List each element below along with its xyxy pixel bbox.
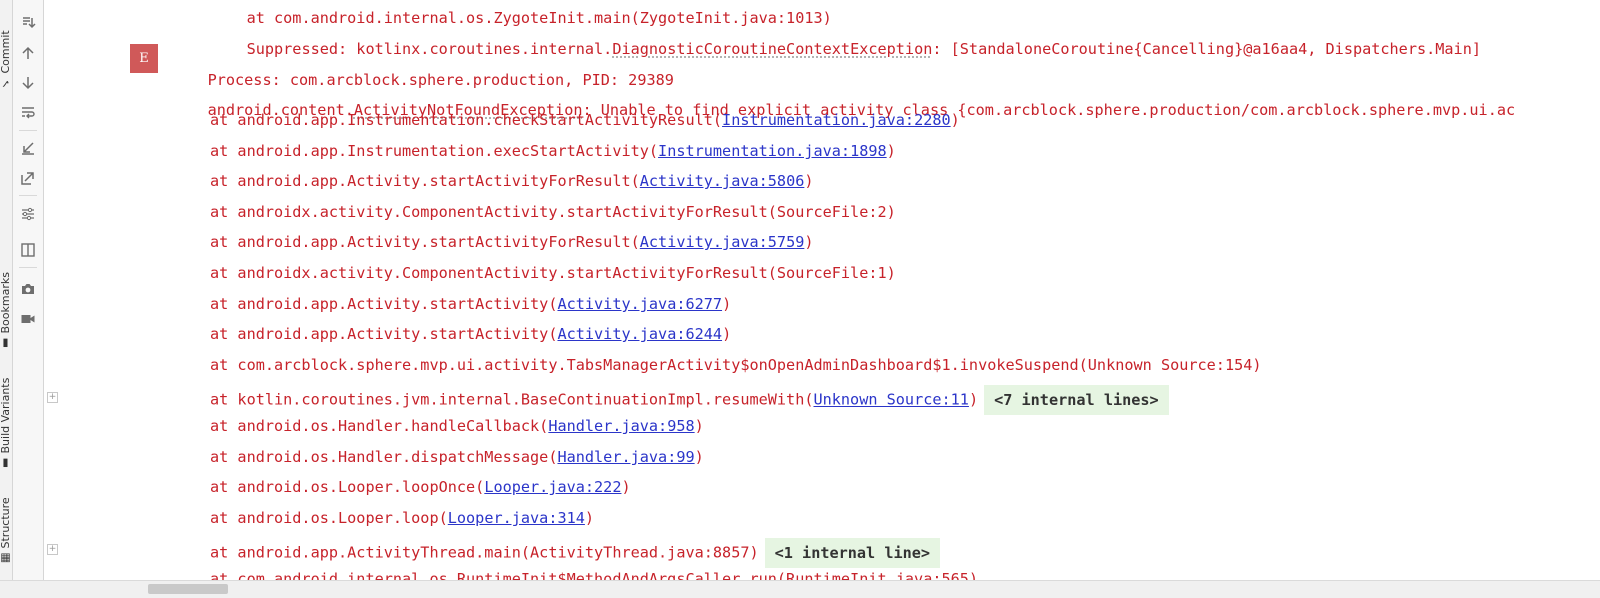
stack-frame-text: )	[968, 390, 979, 409]
stack-frame-text: )	[694, 448, 704, 466]
stack-frame-text: at android.os.Looper.loopOnce(	[210, 478, 485, 496]
source-file-link[interactable]: Unknown Source:11	[813, 391, 968, 409]
log-line-process: Process: com.arcblock.sphere.production,…	[171, 50, 674, 89]
stack-frame-text: at android.app.Instrumentation.execStart…	[210, 142, 659, 160]
stack-frame-text: )	[886, 142, 896, 160]
stack-frame-text: )	[804, 172, 814, 190]
stack-frame-line: at android.os.Handler.handleCallback(Han…	[210, 416, 704, 436]
stack-frame-line: at android.app.Instrumentation.checkStar…	[210, 110, 960, 130]
log-line-suppressed: Suppressed: kotlinx.coroutines.internal.…	[210, 19, 1481, 58]
source-file-link[interactable]: Activity.java:5806	[640, 172, 805, 190]
stack-frame-text: at android.app.Activity.startActivity(	[210, 325, 558, 343]
stack-frame-text: )	[804, 233, 814, 251]
source-file-link[interactable]: Looper.java:314	[448, 509, 585, 527]
stack-frame-line: at android.app.Activity.startActivityFor…	[210, 171, 814, 191]
source-file-link[interactable]: Instrumentation.java:2280	[722, 111, 951, 129]
stack-frame-line: at android.os.Looper.loop(Looper.java:31…	[210, 508, 594, 528]
log-line-text: : [StandaloneCoroutine{Cancelling}@a16aa…	[932, 40, 1481, 58]
horizontal-scrollbar[interactable]	[0, 580, 1600, 598]
stack-frame-line: at android.os.Looper.loopOnce(Looper.jav…	[210, 477, 631, 497]
stack-frame-line: at com.android.internal.os.RuntimeInit$M…	[210, 569, 978, 580]
stack-frame-text: at kotlin.coroutines.jvm.internal.BaseCo…	[210, 390, 814, 409]
stack-frame-line: at android.os.Handler.dispatchMessage(Ha…	[210, 447, 704, 467]
source-file-link[interactable]: Activity.java:6277	[557, 295, 722, 313]
folded-internal-lines[interactable]: <7 internal lines>	[984, 385, 1169, 415]
stack-frame-text: )	[584, 509, 595, 527]
stack-frame-text: )	[621, 478, 631, 496]
stack-frame-text: )	[950, 111, 960, 129]
stack-frame-text: )	[722, 295, 732, 313]
source-file-link[interactable]: Activity.java:6244	[557, 325, 722, 343]
source-file-link[interactable]: Activity.java:5759	[640, 233, 805, 251]
stack-frame-text: at android.os.Handler.dispatchMessage(	[210, 448, 558, 466]
log-line-exception: android.content.ActivityNotFoundExceptio…	[171, 80, 1516, 119]
stack-frame-line: at androidx.activity.ComponentActivity.s…	[210, 202, 896, 222]
stack-frame-text: at android.app.Activity.startActivity(	[210, 295, 558, 313]
stack-frame-text: at android.os.Handler.handleCallback(	[210, 417, 549, 435]
stack-frame-text: at android.app.ActivityThread.main(Activ…	[210, 543, 759, 562]
source-file-link[interactable]: Handler.java:99	[557, 448, 694, 466]
stack-frame-text: at android.app.Activity.startActivityFor…	[210, 172, 640, 190]
scrollbar-thumb[interactable]	[148, 584, 228, 594]
stack-frame-line: at androidx.activity.ComponentActivity.s…	[210, 263, 896, 283]
source-file-link[interactable]: Handler.java:958	[548, 417, 694, 435]
source-file-link[interactable]: Looper.java:222	[484, 478, 621, 496]
stack-frame-text: )	[722, 325, 732, 343]
logcat-output: at com.android.internal.os.ZygoteInit.ma…	[0, 0, 1600, 580]
stack-frame-text: at androidx.activity.ComponentActivity.s…	[210, 203, 896, 221]
folded-internal-lines[interactable]: <1 internal line>	[764, 538, 941, 568]
log-line: at com.android.internal.os.ZygoteInit.ma…	[210, 0, 832, 27]
stack-frame-line: at android.app.Activity.startActivityFor…	[210, 232, 814, 252]
stack-frame-line: at android.app.ActivityThread.main(Activ…	[210, 538, 941, 568]
stack-frame-text: at android.os.Looper.loop(	[210, 509, 448, 527]
stack-frame-line: at com.arcblock.sphere.mvp.ui.activity.T…	[210, 355, 1262, 375]
stack-frame-text: at com.arcblock.sphere.mvp.ui.activity.T…	[210, 356, 1262, 374]
stack-frame-text: at com.android.internal.os.RuntimeInit$M…	[210, 570, 979, 580]
stack-frame-text: at android.app.Instrumentation.checkStar…	[210, 111, 723, 129]
source-file-link[interactable]: Instrumentation.java:1898	[658, 142, 887, 160]
stack-frame-line: at android.app.Activity.startActivity(Ac…	[210, 324, 731, 344]
stack-frame-text: at android.app.Activity.startActivityFor…	[210, 233, 640, 251]
stack-frame-line: at android.app.Instrumentation.execStart…	[210, 141, 896, 161]
stack-frame-text: )	[694, 417, 704, 435]
stack-frame-line: at android.app.Activity.startActivity(Ac…	[210, 294, 731, 314]
stack-frame-line: at kotlin.coroutines.jvm.internal.BaseCo…	[210, 385, 1169, 415]
stack-frame-text: at androidx.activity.ComponentActivity.s…	[210, 264, 896, 282]
